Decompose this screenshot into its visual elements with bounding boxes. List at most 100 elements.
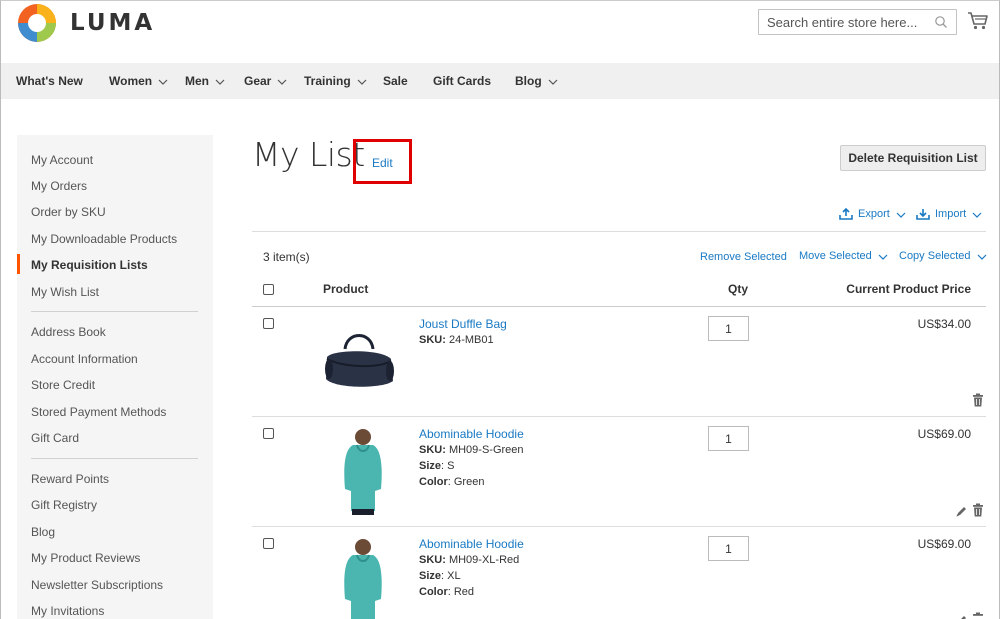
account-sidebar: My Account My Orders Order by SKU My Dow… [17, 135, 213, 619]
product-price: US$34.00 [917, 317, 971, 331]
trash-icon[interactable] [972, 503, 984, 517]
nav-blog[interactable]: Blog [515, 74, 558, 88]
row-checkbox[interactable] [263, 428, 274, 439]
sidebar-item-stored-payment-methods[interactable]: Stored Payment Methods [31, 405, 166, 419]
nav-label: Gear [244, 74, 272, 88]
color-value: Green [453, 476, 485, 488]
active-indicator [17, 254, 20, 274]
sidebar-item-product-reviews[interactable]: My Product Reviews [31, 551, 140, 565]
sku-label: SKU: [419, 444, 446, 456]
size-label: Size [419, 460, 442, 472]
quantity-input[interactable]: 1 [708, 536, 749, 561]
product-name-link[interactable]: Abominable Hoodie [419, 427, 524, 441]
color-label: Color [419, 586, 448, 598]
row-divider [252, 526, 986, 527]
chevron-down-icon [972, 212, 982, 218]
sidebar-item-gift-card[interactable]: Gift Card [31, 431, 79, 445]
cart-icon[interactable] [967, 11, 989, 31]
item-count: 3 item(s) [263, 250, 310, 264]
edit-pencil-icon[interactable] [955, 613, 967, 619]
chevron-down-icon [158, 79, 168, 85]
move-selected-label: Move Selected [799, 250, 872, 262]
chevron-down-icon [977, 254, 986, 260]
search-icon[interactable] [934, 15, 948, 29]
sidebar-item-reward-points[interactable]: Reward Points [31, 472, 109, 486]
product-size: Size: XL [419, 570, 461, 582]
copy-selected-label: Copy Selected [899, 250, 971, 262]
trash-icon[interactable] [972, 393, 984, 407]
sidebar-item-downloadable-products[interactable]: My Downloadable Products [31, 232, 177, 246]
sidebar-item-my-invitations[interactable]: My Invitations [31, 604, 104, 618]
remove-selected-label: Remove Selected [700, 251, 787, 263]
sidebar-item-account-information[interactable]: Account Information [31, 352, 138, 366]
chevron-down-icon [896, 212, 906, 218]
sidebar-item-blog[interactable]: Blog [31, 525, 55, 539]
quantity-input[interactable]: 1 [708, 426, 749, 451]
export-button[interactable]: Export [839, 208, 911, 220]
nav-gear[interactable]: Gear [244, 74, 287, 88]
sku-label: SKU: [419, 554, 446, 566]
remove-selected-link[interactable]: Remove Selected [700, 251, 787, 263]
nav-label: Women [109, 74, 153, 88]
sidebar-divider [31, 458, 198, 459]
nav-training[interactable]: Training [304, 74, 367, 88]
color-value: Red [453, 586, 475, 598]
nav-label: Blog [515, 74, 542, 88]
sku-label: SKU: [419, 334, 446, 346]
hoodie-thumbnail[interactable] [339, 425, 387, 515]
sidebar-item-newsletter-subscriptions[interactable]: Newsletter Subscriptions [31, 578, 163, 592]
product-name-link[interactable]: Abominable Hoodie [419, 537, 524, 551]
product-sku: SKU: 24-MB01 [419, 332, 494, 348]
duffle-bag-thumbnail[interactable] [323, 327, 395, 393]
trash-icon[interactable] [972, 612, 984, 619]
sku-value: MH09-S-Green [448, 444, 524, 456]
luma-logo-icon [18, 4, 56, 42]
nav-label: Men [185, 74, 209, 88]
sidebar-item-store-credit[interactable]: Store Credit [31, 378, 95, 392]
sidebar-divider [31, 311, 198, 312]
sidebar-item-requisition-lists[interactable]: My Requisition Lists [31, 258, 148, 272]
header-divider [252, 306, 986, 307]
divider [252, 231, 986, 232]
hoodie-thumbnail[interactable] [339, 535, 387, 619]
row-divider [252, 416, 986, 417]
column-header-qty: Qty [728, 282, 749, 296]
sidebar-item-my-orders[interactable]: My Orders [31, 179, 87, 193]
product-name-link[interactable]: Joust Duffle Bag [419, 317, 507, 331]
row-checkbox[interactable] [263, 318, 274, 329]
page-title: My List [252, 135, 365, 174]
product-price: US$69.00 [917, 427, 971, 441]
sidebar-item-address-book[interactable]: Address Book [31, 325, 106, 339]
select-all-checkbox[interactable] [263, 284, 274, 295]
sidebar-item-wish-list[interactable]: My Wish List [31, 285, 99, 299]
edit-list-link[interactable]: Edit [372, 156, 393, 170]
sidebar-item-my-account[interactable]: My Account [31, 153, 93, 167]
nav-sale[interactable]: Sale [383, 74, 408, 88]
edit-pencil-icon[interactable] [955, 504, 967, 518]
nav-label: Gift Cards [433, 74, 492, 88]
quantity-input[interactable]: 1 [708, 316, 749, 341]
logo[interactable]: LUMA [16, 2, 155, 44]
nav-women[interactable]: Women [109, 74, 168, 88]
nav-men[interactable]: Men [185, 74, 225, 88]
search-input[interactable]: Search entire store here... [758, 9, 957, 35]
header: LUMA Search entire store here... [1, 1, 999, 63]
product-size: Size: S [419, 460, 455, 472]
color-label: Color [419, 476, 448, 488]
sidebar-item-order-by-sku[interactable]: Order by SKU [31, 205, 106, 219]
product-sku: SKU: MH09-XL-Red [419, 552, 519, 568]
nav-gift-cards[interactable]: Gift Cards [433, 74, 491, 88]
sidebar-item-gift-registry[interactable]: Gift Registry [31, 498, 97, 512]
move-selected-dropdown[interactable]: Move Selected [799, 250, 893, 262]
download-icon [916, 209, 930, 220]
import-button[interactable]: Import [916, 208, 987, 220]
chevron-down-icon [357, 79, 367, 85]
brand-name: LUMA [70, 10, 156, 36]
delete-requisition-list-button[interactable]: Delete Requisition List [840, 145, 986, 171]
row-checkbox[interactable] [263, 538, 274, 549]
nav-whats-new[interactable]: What's New [16, 74, 83, 88]
product-color: Color: Green [419, 476, 485, 488]
copy-selected-dropdown[interactable]: Copy Selected [899, 250, 992, 262]
column-header-price: Current Product Price [846, 282, 971, 296]
size-label: Size [419, 570, 442, 582]
